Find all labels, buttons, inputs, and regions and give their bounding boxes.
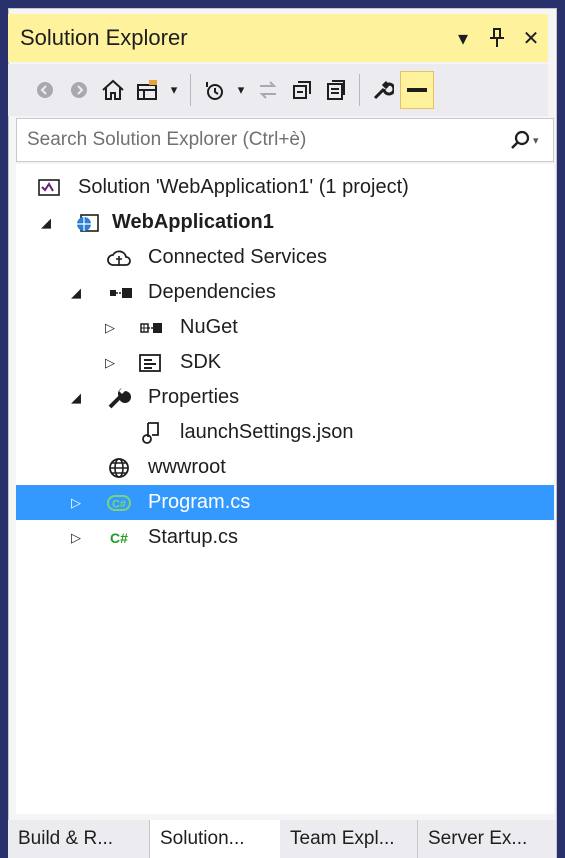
- show-all-files-icon[interactable]: [319, 71, 353, 109]
- csharp-file-icon: C#: [104, 523, 134, 553]
- tab-solution-explorer[interactable]: Solution...: [150, 820, 280, 858]
- csharp-file-icon: C#: [104, 488, 134, 518]
- globe-icon: [104, 453, 134, 483]
- tree-item-properties[interactable]: ◢ Properties: [16, 380, 554, 415]
- tree-item-startup-cs[interactable]: ▷ C# Startup.cs: [16, 520, 554, 555]
- tree-item-label: Properties: [148, 386, 240, 408]
- solution-tree: Solution 'WebApplication1' (1 project) ◢…: [16, 164, 554, 814]
- expand-arrow-icon[interactable]: ▷: [102, 355, 118, 371]
- solution-icon: [34, 173, 64, 203]
- collapse-all-icon[interactable]: [285, 71, 319, 109]
- toolbar-separator: [359, 74, 360, 106]
- tree-item-label: WebApplication1: [112, 211, 274, 233]
- search-icon[interactable]: [507, 130, 533, 150]
- pin-icon[interactable]: [480, 21, 514, 55]
- toolbar-separator: [190, 74, 191, 106]
- tree-item-label: NuGet: [180, 316, 238, 338]
- expand-arrow-icon[interactable]: ▷: [102, 320, 118, 336]
- tree-item-label: Program.cs: [148, 491, 251, 513]
- tree-item-nuget[interactable]: ▷ NuGet: [16, 310, 554, 345]
- properties-icon[interactable]: [366, 71, 400, 109]
- pending-changes-icon[interactable]: [197, 71, 231, 109]
- close-icon[interactable]: ✕: [514, 21, 548, 55]
- tree-item-label: Startup.cs: [148, 526, 239, 548]
- nuget-icon: [136, 313, 166, 343]
- tree-item-connected-services[interactable]: Connected Services: [16, 240, 554, 275]
- switch-views-icon[interactable]: [130, 71, 164, 109]
- switch-views-dropdown-icon[interactable]: ▾: [164, 71, 184, 109]
- cloud-icon: [104, 243, 134, 273]
- tree-item-label: Connected Services: [148, 246, 327, 268]
- tree-item-label: Dependencies: [148, 281, 276, 303]
- dependencies-icon: [106, 278, 136, 308]
- preview-selected-icon[interactable]: [400, 71, 434, 109]
- tree-item-label: Solution 'WebApplication1' (1 project): [78, 176, 409, 198]
- web-project-icon: [72, 208, 102, 238]
- tree-item-wwwroot[interactable]: wwwroot: [16, 450, 554, 485]
- search-options-dropdown-icon[interactable]: ▾: [533, 134, 553, 147]
- expand-arrow-icon[interactable]: ▷: [68, 495, 84, 511]
- collapse-arrow-icon[interactable]: ◢: [38, 215, 54, 231]
- tab-server-explorer[interactable]: Server Ex...: [418, 820, 557, 858]
- tree-item-dependencies[interactable]: ◢ Dependencies: [16, 275, 554, 310]
- toolbar: ▾ ▾: [8, 64, 548, 116]
- wrench-icon: [104, 383, 134, 413]
- svg-text:C#: C#: [112, 498, 126, 510]
- collapse-arrow-icon[interactable]: ◢: [68, 285, 84, 301]
- title-bar[interactable]: Solution Explorer ▾ ✕: [8, 14, 548, 62]
- search-box: ▾: [16, 118, 554, 162]
- tree-item-label: wwwroot: [148, 456, 226, 478]
- bottom-tab-strip: Build & R... Solution... Team Expl... Se…: [8, 820, 557, 858]
- json-icon: [136, 418, 166, 448]
- window-title: Solution Explorer: [20, 25, 188, 50]
- tab-build-release[interactable]: Build & R...: [8, 820, 150, 858]
- forward-icon[interactable]: [62, 71, 96, 109]
- tree-item-label: SDK: [180, 351, 222, 373]
- tree-item-project[interactable]: ◢ WebApplication1: [16, 205, 554, 240]
- sdk-icon: [136, 348, 166, 378]
- collapse-arrow-icon[interactable]: ◢: [68, 390, 84, 406]
- tab-team-explorer[interactable]: Team Expl...: [280, 820, 418, 858]
- expand-arrow-icon[interactable]: ▷: [68, 530, 84, 546]
- svg-text:C#: C#: [110, 530, 128, 546]
- tree-item-sdk[interactable]: ▷ SDK: [16, 345, 554, 380]
- sync-icon[interactable]: [251, 71, 285, 109]
- tree-item-program-cs[interactable]: ▷ C# Program.cs: [16, 485, 554, 520]
- tree-item-launchsettings[interactable]: launchSettings.json: [16, 415, 554, 450]
- tree-item-label: launchSettings.json: [180, 421, 354, 443]
- tree-item-solution[interactable]: Solution 'WebApplication1' (1 project): [16, 170, 554, 205]
- search-input[interactable]: [17, 119, 507, 161]
- back-icon[interactable]: [28, 71, 62, 109]
- pending-changes-dropdown-icon[interactable]: ▾: [231, 71, 251, 109]
- window-menu-dropdown-icon[interactable]: ▾: [446, 21, 480, 55]
- home-icon[interactable]: [96, 71, 130, 109]
